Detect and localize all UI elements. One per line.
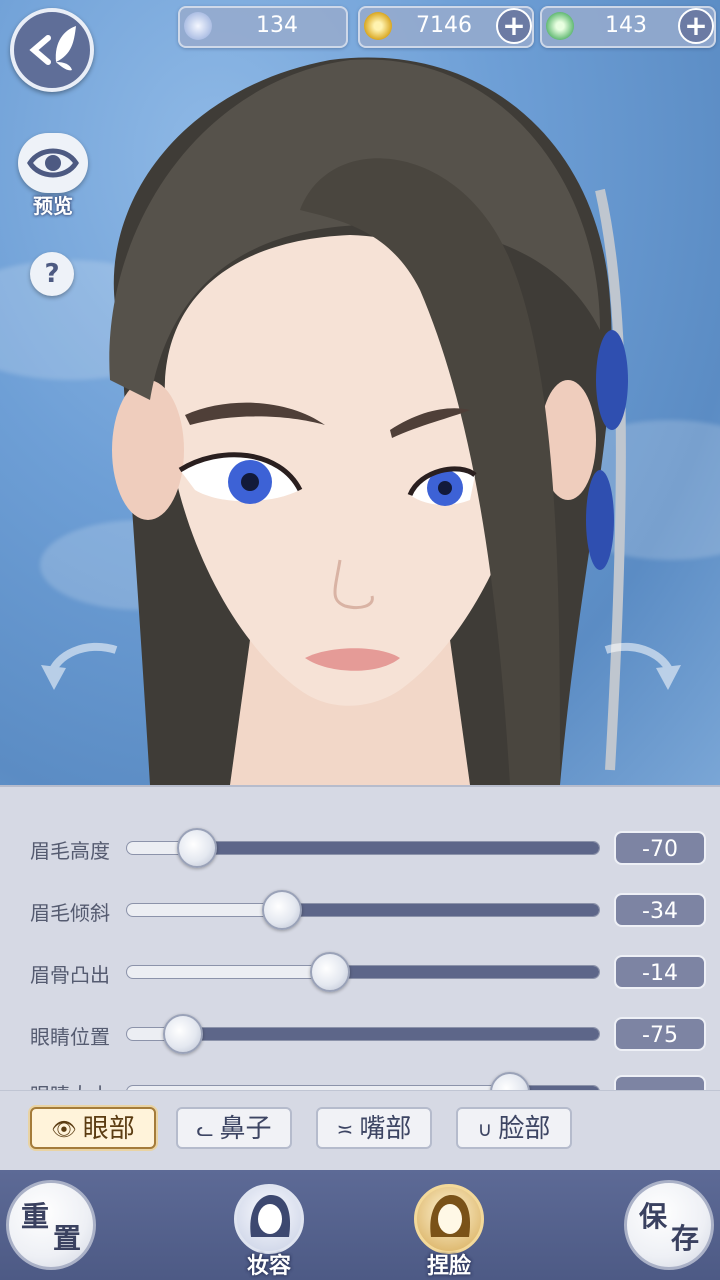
help-button[interactable]: ? bbox=[30, 252, 74, 296]
slider-thumb[interactable] bbox=[489, 1072, 530, 1092]
slider-row-eye-position: 眼睛位置 -75 bbox=[0, 1011, 720, 1057]
face-sculpt-button[interactable]: 捏脸 bbox=[404, 1184, 494, 1280]
preview-label: 预览 bbox=[33, 194, 73, 218]
slider-value[interactable]: -34 bbox=[614, 893, 706, 927]
slider-row-eyebrow-height: 眉毛高度 -70 bbox=[0, 825, 720, 871]
save-button[interactable]: 保 存 bbox=[624, 1180, 714, 1270]
slider-panel[interactable]: 眉毛高度 -70 眉毛倾斜 -34 眉骨凸出 -14 眼睛位置 -75 眼睛大小 bbox=[0, 785, 720, 1092]
makeup-avatar-icon bbox=[234, 1184, 304, 1254]
tab-label: 脸部 bbox=[498, 1114, 551, 1144]
nose-icon: ᓚ bbox=[196, 1117, 214, 1141]
tab-nose[interactable]: ᓚ 鼻子 bbox=[176, 1107, 292, 1149]
silver-currency: 134 bbox=[178, 6, 348, 48]
slider-thumb[interactable] bbox=[177, 828, 218, 868]
reset-label-2: 置 bbox=[52, 1222, 81, 1255]
jade-token-icon bbox=[546, 12, 574, 40]
slider-thumb[interactable] bbox=[162, 1014, 203, 1054]
gold-currency: 7146 + bbox=[358, 6, 534, 48]
save-label-2: 存 bbox=[670, 1222, 699, 1255]
gold-value: 7146 bbox=[416, 13, 472, 38]
eye-icon: 👁 bbox=[51, 1117, 77, 1141]
rotate-right-icon[interactable] bbox=[596, 630, 686, 700]
slider-thumb[interactable] bbox=[309, 952, 350, 992]
reset-label-1: 重 bbox=[21, 1200, 50, 1233]
makeup-label: 妆容 bbox=[246, 1253, 291, 1279]
makeup-button[interactable]: 妆容 bbox=[224, 1184, 314, 1280]
tab-face[interactable]: ∪ 脸部 bbox=[456, 1107, 572, 1149]
preview-button[interactable] bbox=[18, 133, 88, 193]
slider-row-eyebrow-tilt: 眉毛倾斜 -34 bbox=[0, 887, 720, 933]
tab-label: 嘴部 bbox=[359, 1114, 412, 1144]
slider-value[interactable]: -70 bbox=[614, 831, 706, 865]
face-sculpt-avatar-icon bbox=[414, 1184, 484, 1254]
face-sculpt-label: 捏脸 bbox=[426, 1253, 471, 1279]
jade-currency: 143 + bbox=[540, 6, 716, 48]
slider-label: 眉毛倾斜 bbox=[30, 901, 110, 925]
gold-coin-icon bbox=[364, 12, 392, 40]
mouth-icon: ≍ bbox=[336, 1117, 354, 1141]
silver-coin-icon bbox=[184, 12, 212, 40]
slider-row-eye-size: 眼睛大小 bbox=[0, 1069, 720, 1092]
add-jade-button[interactable]: + bbox=[678, 8, 714, 44]
slider-value[interactable]: -75 bbox=[614, 1017, 706, 1051]
slider-track[interactable] bbox=[126, 903, 600, 917]
bottom-bar: 重 置 妆容 捏脸 保 存 bbox=[0, 1170, 720, 1280]
silver-value: 134 bbox=[256, 13, 298, 38]
save-label-1: 保 bbox=[639, 1200, 668, 1233]
tab-label: 眼部 bbox=[82, 1114, 135, 1144]
tab-mouth[interactable]: ≍ 嘴部 bbox=[316, 1107, 432, 1149]
category-tabs: 👁 眼部 ᓚ 鼻子 ≍ 嘴部 ∪ 脸部 bbox=[0, 1090, 720, 1171]
rotate-left-icon[interactable] bbox=[36, 630, 126, 700]
slider-label: 眼睛位置 bbox=[30, 1025, 110, 1049]
slider-value[interactable]: -14 bbox=[614, 955, 706, 989]
reset-button[interactable]: 重 置 bbox=[6, 1180, 96, 1270]
butterfly-back-icon bbox=[29, 26, 76, 71]
back-button[interactable] bbox=[10, 8, 94, 92]
slider-label: 眉毛高度 bbox=[30, 839, 110, 863]
face-icon: ∪ bbox=[477, 1117, 493, 1141]
character-viewport[interactable] bbox=[0, 0, 720, 785]
jade-value: 143 bbox=[605, 13, 647, 38]
slider-row-brow-bone: 眉骨凸出 -14 bbox=[0, 949, 720, 995]
eye-icon bbox=[27, 148, 79, 178]
tab-label: 鼻子 bbox=[219, 1114, 272, 1144]
slider-track[interactable] bbox=[126, 965, 600, 979]
slider-label: 眉骨凸出 bbox=[30, 963, 110, 987]
add-gold-button[interactable]: + bbox=[496, 8, 532, 44]
slider-thumb[interactable] bbox=[262, 890, 303, 930]
tab-eyes[interactable]: 👁 眼部 bbox=[30, 1107, 156, 1149]
